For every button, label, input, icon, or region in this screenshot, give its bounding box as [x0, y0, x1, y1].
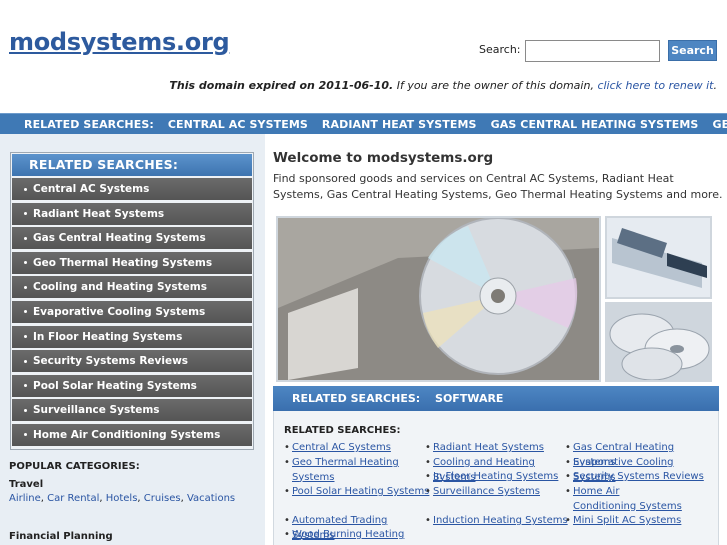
category-link[interactable]: Cruises — [144, 493, 181, 504]
related-link[interactable]: • Surveillance Systems — [425, 485, 573, 500]
bullet-icon — [24, 335, 27, 339]
search-input[interactable] — [525, 40, 660, 62]
related-searches-box: RELATED SEARCHES: Central AC Systems Rad… — [10, 152, 254, 450]
related-bar-item-software[interactable]: SOFTWARE — [435, 392, 503, 405]
sidebar-item-label: In Floor Heating Systems — [33, 330, 183, 343]
left-sidebar: RELATED SEARCHES: Central AC Systems Rad… — [0, 134, 265, 545]
sidebar-item[interactable]: Pool Solar Heating Systems — [12, 374, 252, 397]
sidebar-item[interactable]: Central AC Systems — [12, 178, 252, 200]
category-title: Travel — [9, 479, 44, 490]
related-searches-panel: RELATED SEARCHES: • Central AC Systems • R… — [273, 411, 719, 545]
sidebar-item[interactable]: Home Air Conditioning Systems — [12, 423, 252, 446]
page-title: Welcome to modsystems.org — [273, 150, 494, 166]
related-link[interactable]: • Mini Split AC Systems — [565, 514, 713, 529]
laptop-image — [605, 216, 712, 299]
related-link-label: Mini Split AC Systems — [573, 515, 682, 526]
sidebar-item-label: Evaporative Cooling Systems — [33, 305, 206, 318]
bullet-icon — [24, 236, 27, 240]
sidebar-item[interactable]: Evaporative Cooling Systems — [12, 300, 252, 323]
related-link[interactable]: • Radiant Heat Systems — [425, 441, 573, 456]
expiry-owner-text: If you are the owner of this domain, — [393, 79, 598, 92]
bullet-icon — [24, 359, 27, 363]
related-link-label: Home Air Conditioning Systems — [573, 486, 682, 512]
sidebar-item-label: Security Systems Reviews — [33, 355, 189, 368]
expiry-date-text: This domain expired on 2011-06-10. — [169, 79, 394, 92]
bullet-icon — [24, 408, 27, 412]
related-link-label: In Floor Heating Systems — [433, 471, 559, 482]
sidebar-item-label: Pool Solar Heating Systems — [33, 379, 197, 392]
bullet-icon — [24, 285, 27, 289]
related-panel-title: RELATED SEARCHES: — [284, 425, 401, 436]
bullet-icon — [24, 261, 27, 265]
related-link[interactable]: • Wood Burning Heating — [284, 528, 432, 543]
sidebar-item-label: Geo Thermal Heating Systems — [33, 256, 213, 269]
related-link-label: Surveillance Systems — [433, 486, 540, 497]
sidebar-item[interactable]: In Floor Heating Systems — [12, 325, 252, 348]
related-link[interactable]: • Security Systems Reviews — [565, 470, 713, 485]
cd-stack-icon — [607, 304, 710, 380]
category-links: Airline, Car Rental, Hotels, Cruises, Va… — [9, 493, 236, 504]
category-title: Financial Planning — [9, 531, 113, 542]
topnav-item-gas-central-heating[interactable]: GAS CENTRAL HEATING SYSTEMS — [491, 118, 699, 131]
related-link[interactable]: • Home Air Conditioning Systems — [565, 485, 683, 514]
category-link[interactable]: Vacations — [187, 493, 235, 504]
sidebar-item-label: Radiant Heat Systems — [33, 207, 165, 220]
top-nav-bar: RELATED SEARCHES: CENTRAL AC SYSTEMS RAD… — [0, 113, 727, 134]
bullet-icon — [24, 212, 27, 216]
related-link-label: Induction Heating Systems — [433, 515, 568, 526]
cd-stack-image — [605, 302, 712, 382]
topnav-item-geo[interactable]: GEO — [712, 118, 727, 131]
topnav-item-radiant-heat[interactable]: RADIANT HEAT SYSTEMS — [322, 118, 477, 131]
topnav-label: RELATED SEARCHES: — [24, 117, 154, 131]
related-link-label: Geo Thermal Heating Systems — [292, 457, 399, 483]
sidebar-item-label: Surveillance Systems — [33, 404, 160, 417]
sidebar-item[interactable]: Radiant Heat Systems — [12, 202, 252, 225]
sidebar-item[interactable]: Gas Central Heating Systems — [12, 227, 252, 250]
related-link-label: Central AC Systems — [292, 442, 391, 453]
bullet-icon — [24, 384, 27, 388]
expiry-notice: This domain expired on 2011-06-10. If yo… — [169, 79, 717, 92]
expiry-period: . — [713, 79, 718, 92]
category-link[interactable]: Airline — [9, 493, 41, 504]
page-description: Find sponsored goods and services on Cen… — [273, 172, 723, 201]
related-link-label: Wood Burning Heating — [292, 529, 405, 540]
related-link[interactable]: • Geo Thermal Heating Systems — [284, 456, 402, 485]
related-searches-title: RELATED SEARCHES: — [12, 154, 252, 176]
related-bar-label: RELATED SEARCHES: — [292, 392, 421, 405]
site-logo[interactable]: modsystems.org — [9, 28, 230, 56]
sidebar-item[interactable]: Surveillance Systems — [12, 399, 252, 422]
search-label: Search: — [479, 43, 521, 56]
bullet-icon — [24, 187, 27, 191]
sidebar-item-label: Home Air Conditioning Systems — [33, 428, 221, 441]
bullet-icon — [24, 433, 27, 437]
category-link[interactable]: Hotels — [106, 493, 138, 504]
main-content: Welcome to modsystems.org Find sponsored… — [265, 134, 727, 545]
renew-link[interactable]: click here to renew it — [597, 79, 713, 92]
bullet-icon — [24, 310, 27, 314]
topnav-item-central-ac[interactable]: CENTRAL AC SYSTEMS — [168, 118, 308, 131]
sidebar-item-label: Gas Central Heating Systems — [33, 232, 206, 245]
sidebar-item-label: Central AC Systems — [33, 183, 150, 195]
header: modsystems.org Search: Search This domai… — [0, 0, 727, 112]
search-button[interactable]: Search — [668, 40, 717, 61]
sidebar-item-label: Cooling and Heating Systems — [33, 281, 207, 294]
related-link-label: Pool Solar Heating Systems — [292, 486, 430, 497]
related-link[interactable]: • Central AC Systems — [284, 441, 432, 456]
related-link-label: Radiant Heat Systems — [433, 442, 544, 453]
related-link-label: Security Systems Reviews — [573, 471, 704, 482]
sidebar-item[interactable]: Cooling and Heating Systems — [12, 276, 252, 299]
related-link[interactable]: • In Floor Heating Systems — [425, 470, 573, 485]
related-link[interactable]: • Induction Heating Systems — [425, 514, 573, 529]
related-link[interactable]: • Pool Solar Heating Systems — [284, 485, 432, 500]
cd-disc-icon — [278, 218, 599, 380]
cd-drive-image — [276, 216, 601, 382]
sidebar-item[interactable]: Security Systems Reviews — [12, 350, 252, 373]
popular-categories-title: POPULAR CATEGORIES: — [9, 461, 140, 472]
related-searches-bar: RELATED SEARCHES: SOFTWARE — [273, 386, 719, 411]
category-link[interactable]: Car Rental — [47, 493, 99, 504]
laptop-icon — [607, 218, 710, 297]
sidebar-item[interactable]: Geo Thermal Heating Systems — [12, 251, 252, 274]
